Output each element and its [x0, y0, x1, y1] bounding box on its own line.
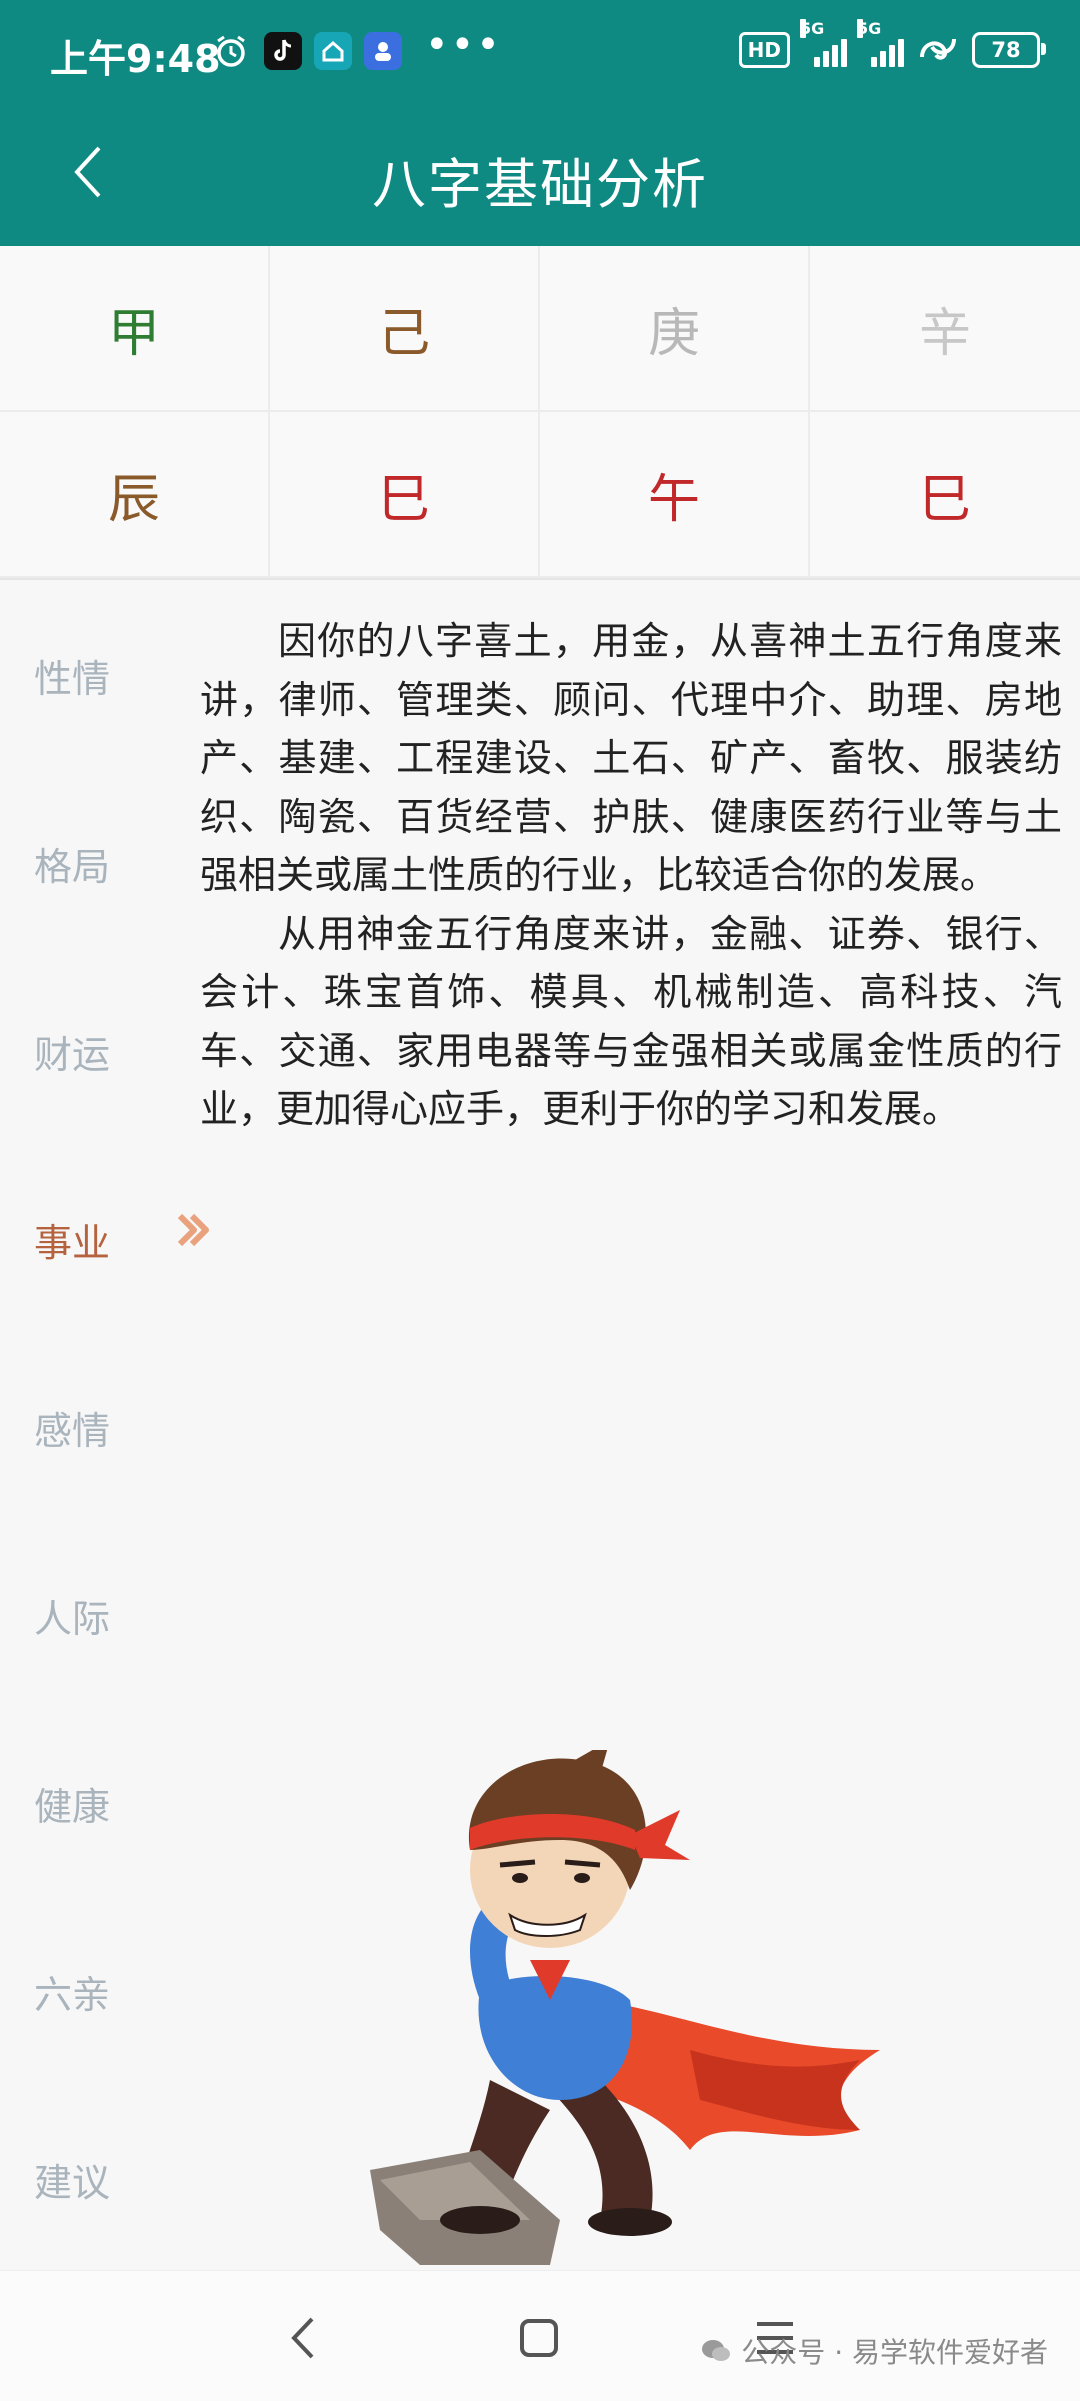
system-nav-bar: 公众号 · 易学软件爱好者: [0, 2270, 1080, 2401]
home-app-icon: [314, 32, 352, 70]
nav-back-icon: [291, 2317, 314, 2359]
side-item[interactable]: 性情: [34, 648, 110, 703]
stem-cell: 己: [270, 246, 540, 412]
user-app-icon: [364, 32, 402, 70]
wechat-icon: [702, 2340, 731, 2361]
superhero-mascot-illustration: [370, 1750, 880, 2265]
nav-home-button[interactable]: [512, 2311, 566, 2365]
signal-icon: 5G: [857, 19, 904, 67]
side-item[interactable]: 六亲: [34, 1964, 110, 2019]
watermark-text: 公众号 · 易学软件爱好者: [741, 2336, 1048, 2369]
app-bar: 八字基础分析: [0, 106, 1080, 246]
battery-icon: 78: [972, 32, 1046, 68]
side-item[interactable]: 健康: [34, 1776, 110, 1831]
hd-icon: HD: [738, 32, 790, 68]
branch-cell: 午: [540, 412, 810, 578]
stem-cell: 庚: [540, 246, 810, 412]
hotspot-icon: [918, 33, 958, 67]
alarm-icon: [212, 32, 250, 70]
watermark: 公众号 · 易学软件爱好者: [701, 2331, 1048, 2371]
nav-home-icon: [520, 2319, 558, 2357]
analysis-paragraph: 因你的八字喜土，用金，从喜神土五行角度来讲，律师、管理类、顾问、代理中介、助理、…: [200, 619, 1062, 897]
top-bar: 上午9:48 ••• HD 5G 5G 78 八字基础分析: [0, 0, 1080, 246]
branch-cell: 巳: [270, 412, 540, 578]
side-item[interactable]: 建议: [34, 2152, 110, 2207]
side-item[interactable]: 财运: [34, 1024, 110, 1079]
status-time: 上午9:48: [50, 37, 221, 81]
analysis-content: 因你的八字喜土，用金，从喜神土五行角度来讲，律师、管理类、顾问、代理中介、助理、…: [200, 612, 1062, 1139]
stem-cell: 辛: [810, 246, 1080, 412]
side-item[interactable]: 格局: [34, 836, 110, 891]
signal-icon: 5G: [800, 19, 847, 67]
branch-cell: 辰: [0, 412, 270, 578]
page-title: 八字基础分析: [372, 153, 708, 216]
stem-cell: 甲: [0, 246, 270, 412]
analysis-paragraph: 从用神金五行角度来讲，金融、证券、银行、会计、珠宝首饰、模具、机械制造、高科技、…: [200, 911, 1062, 1132]
status-bar: 上午9:48 ••• HD 5G 5G 78: [0, 0, 1080, 106]
nav-back-button[interactable]: [276, 2311, 330, 2365]
side-item[interactable]: 事业: [34, 1212, 209, 1267]
more-notifications-icon: •••: [425, 22, 502, 68]
branch-cell: 巳: [810, 412, 1080, 578]
status-right: HD 5G 5G 78: [738, 19, 1046, 68]
side-item[interactable]: 感情: [34, 1400, 110, 1455]
pillar-grid: 甲 己 庚 辛 辰 巳 午 巳: [0, 246, 1080, 580]
active-chevron-icon: [177, 1213, 209, 1247]
side-item[interactable]: 人际: [34, 1588, 110, 1643]
tiktok-icon: [264, 32, 302, 70]
